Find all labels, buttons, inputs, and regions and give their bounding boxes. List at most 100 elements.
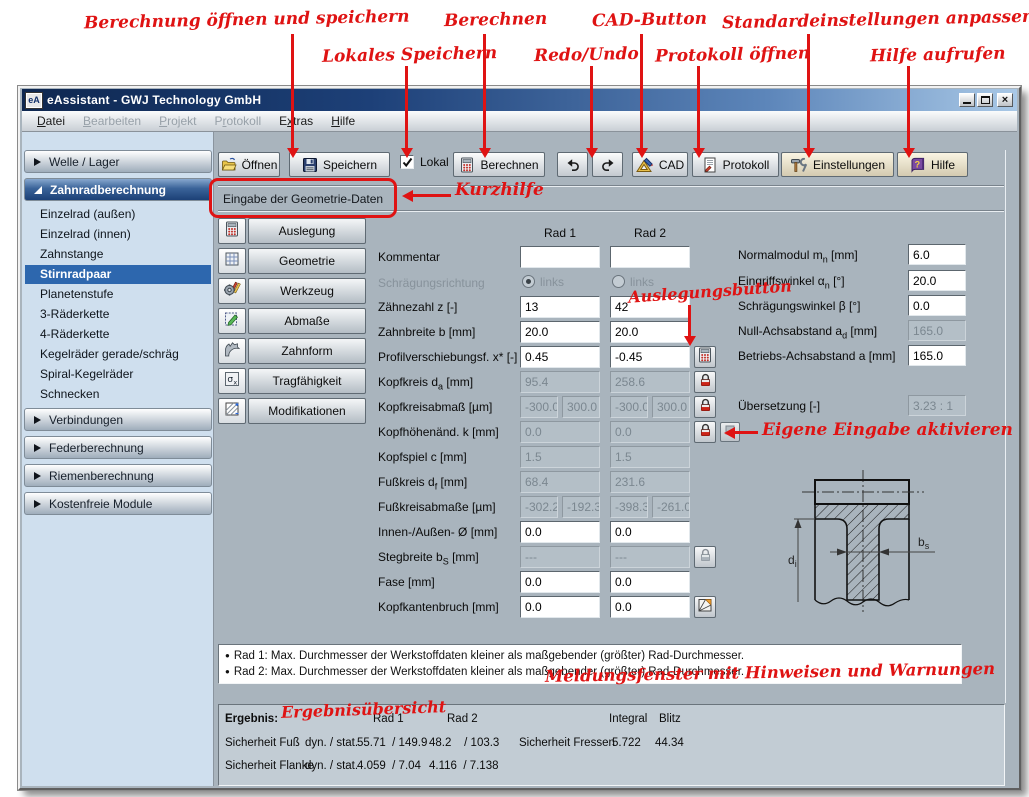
sidebar-item-schnecken[interactable]: Schnecken [40, 385, 99, 404]
calculate-button[interactable]: Berechnen [453, 152, 545, 177]
own-input-small-button[interactable] [720, 422, 740, 442]
form-field-3-rad2[interactable]: 20.0 [610, 321, 690, 343]
svg-text:di: di [788, 553, 797, 569]
tab-zahnform[interactable]: Zahnform [248, 338, 366, 364]
settings-button[interactable]: Einstellungen [781, 152, 894, 177]
sidebar-item-einzelrad-innen-[interactable]: Einzelrad (innen) [40, 225, 131, 244]
protocol-button[interactable]: Protokoll [692, 152, 779, 177]
app-icon: eA [26, 93, 42, 108]
results-row-label: Sicherheit Fuß [225, 737, 300, 749]
protocol-button-label: Protokoll [723, 158, 770, 172]
lock-red-icon [698, 372, 713, 393]
form-field-3-rad1[interactable]: 20.0 [520, 321, 600, 343]
tab-geometrie[interactable]: Geometrie [248, 248, 366, 274]
annotation-arrowhead [479, 148, 491, 164]
form-field-2-rad2[interactable]: 42 [610, 296, 690, 318]
annotation-8: Hilfe aufrufen [870, 44, 1006, 67]
tab-werkzeug-icon-button[interactable] [218, 278, 246, 304]
tab-abmaße[interactable]: Abmaße [248, 308, 366, 334]
right-form-field-3: 165.0 [908, 320, 966, 341]
lock-gray-icon [698, 547, 713, 568]
form-label-14: Kopfkantenbruch [mm] [378, 600, 499, 614]
tab-zahnform-icon-button[interactable] [218, 338, 246, 364]
tab-modifikationen[interactable]: Modifikationen [248, 398, 366, 424]
tab-werkzeug[interactable]: Werkzeug [248, 278, 366, 304]
form-field-11-rad1[interactable]: 0.0 [520, 521, 600, 543]
form-field-11-rad2[interactable]: 0.0 [610, 521, 690, 543]
local-checkbox-label: Lokal [420, 155, 449, 169]
sidebar-section-zahnradberechnung[interactable]: Zahnradberechnung [24, 178, 212, 201]
right-form-field-4[interactable]: 165.0 [908, 345, 966, 366]
sidebar-item-kegelräder-gerade-schräg[interactable]: Kegelräder gerade/schräg [40, 345, 179, 364]
maximize-button[interactable] [977, 93, 993, 107]
form-field-0-rad1[interactable] [520, 246, 600, 268]
sidebar-item-planetenstufe[interactable]: Planetenstufe [40, 285, 113, 304]
menu-item-hilfe[interactable]: Hilfe [322, 114, 364, 128]
chamfer-icon [697, 597, 713, 618]
sidebar-section-welle-lager[interactable]: Welle / Lager [24, 150, 212, 173]
form-field-14-rad1[interactable]: 0.0 [520, 596, 600, 618]
lock-button-disabled[interactable] [694, 546, 716, 568]
lock-button[interactable] [694, 371, 716, 393]
form-label-2: Zähnezahl z [-] [378, 300, 457, 314]
sidebar-section-riemenberechnung[interactable]: Riemenberechnung [24, 464, 212, 487]
form-field-14-rad2[interactable]: 0.0 [610, 596, 690, 618]
right-form-field-1[interactable]: 20.0 [908, 270, 966, 291]
undo-button[interactable] [557, 152, 588, 177]
small-gray-icon [724, 423, 736, 441]
sidebar-item-stirnradpaar[interactable]: Stirnradpaar [25, 265, 211, 284]
sidebar-section-federberechnung[interactable]: Federberechnung [24, 436, 212, 459]
close-button[interactable]: × [997, 93, 1013, 107]
form-field-12-rad1: --- [520, 546, 600, 568]
annotation-arrow-line [483, 34, 486, 148]
helix-direction-radio-rad2[interactable] [612, 275, 625, 288]
tab-abmaße-icon-button[interactable] [218, 308, 246, 334]
sidebar-item-spiral-kegelräder[interactable]: Spiral-Kegelräder [40, 365, 133, 384]
sidebar-section-label: Kostenfreie Module [49, 497, 152, 511]
form-field-4-rad2[interactable]: -0.45 [610, 346, 690, 368]
tab-geometrie-icon-button[interactable] [218, 248, 246, 274]
form-field-13-rad2[interactable]: 0.0 [610, 571, 690, 593]
form-field-13-rad1[interactable]: 0.0 [520, 571, 600, 593]
menu-item-bearbeiten: Bearbeiten [74, 114, 150, 128]
minimize-button[interactable] [959, 93, 975, 107]
sidebar-item-einzelrad-außen-[interactable]: Einzelrad (außen) [40, 205, 135, 224]
tab-auslegung[interactable]: Auslegung [248, 218, 366, 244]
annotation-6: Protokoll öffnen [655, 43, 811, 66]
sidebar-item-4-räderkette[interactable]: 4-Räderkette [40, 325, 109, 344]
menu-item-datei[interactable]: Datei [28, 114, 74, 128]
results-rad2-value: 4.116 / 7.138 [429, 760, 498, 772]
tab-auslegung-icon-button[interactable] [218, 218, 246, 244]
form-label-6: Kopfkreisabmaß [µm] [378, 400, 492, 414]
menu-item-extras[interactable]: Extras [270, 114, 322, 128]
right-form-label-4: Betriebs-Achsabstand a [mm] [738, 349, 895, 363]
save-button[interactable]: Speichern [289, 152, 390, 177]
auslegung-calc-button[interactable] [694, 346, 716, 368]
form-field-6-rad2-1: -300.0 [610, 396, 648, 418]
lock-button[interactable] [694, 421, 716, 443]
form-label-4: Profilverschiebungsf. x* [-] [378, 350, 517, 364]
message-window: ●Rad 1: Max. Durchmesser der Werkstoffda… [218, 644, 962, 684]
form-field-0-rad2[interactable] [610, 246, 690, 268]
lock-button[interactable] [694, 396, 716, 418]
form-field-4-rad1[interactable]: 0.45 [520, 346, 600, 368]
floppy-icon [302, 157, 318, 173]
sidebar-item-zahnstange[interactable]: Zahnstange [40, 245, 103, 264]
open-button[interactable]: Öffnen [218, 152, 280, 177]
form-field-2-rad1[interactable]: 13 [520, 296, 600, 318]
tab-tragfähigkeit[interactable]: Tragfähigkeit [248, 368, 366, 394]
tab-tragfähigkeit-icon-button[interactable]: σx [218, 368, 246, 394]
screenshot-stage: eA eAssistant - GWJ Technology GmbH × Da… [0, 0, 1029, 797]
annotation-arrow-line [590, 66, 593, 148]
chamfer-button[interactable] [694, 596, 716, 618]
sidebar-section-kostenfreie-module[interactable]: Kostenfreie Module [24, 492, 212, 515]
helix-direction-radio-rad1[interactable] [522, 275, 535, 288]
sidebar-item-3-räderkette[interactable]: 3-Räderkette [40, 305, 109, 324]
help-button-label: Hilfe [931, 158, 955, 172]
form-label-5: Kopfkreis da [mm] [378, 375, 473, 391]
sidebar-section-verbindungen[interactable]: Verbindungen [24, 408, 212, 431]
tab-modifikationen-icon-button[interactable] [218, 398, 246, 424]
right-form-field-2[interactable]: 0.0 [908, 295, 966, 316]
right-form-field-0[interactable]: 6.0 [908, 244, 966, 265]
lock-red-icon [698, 422, 713, 443]
